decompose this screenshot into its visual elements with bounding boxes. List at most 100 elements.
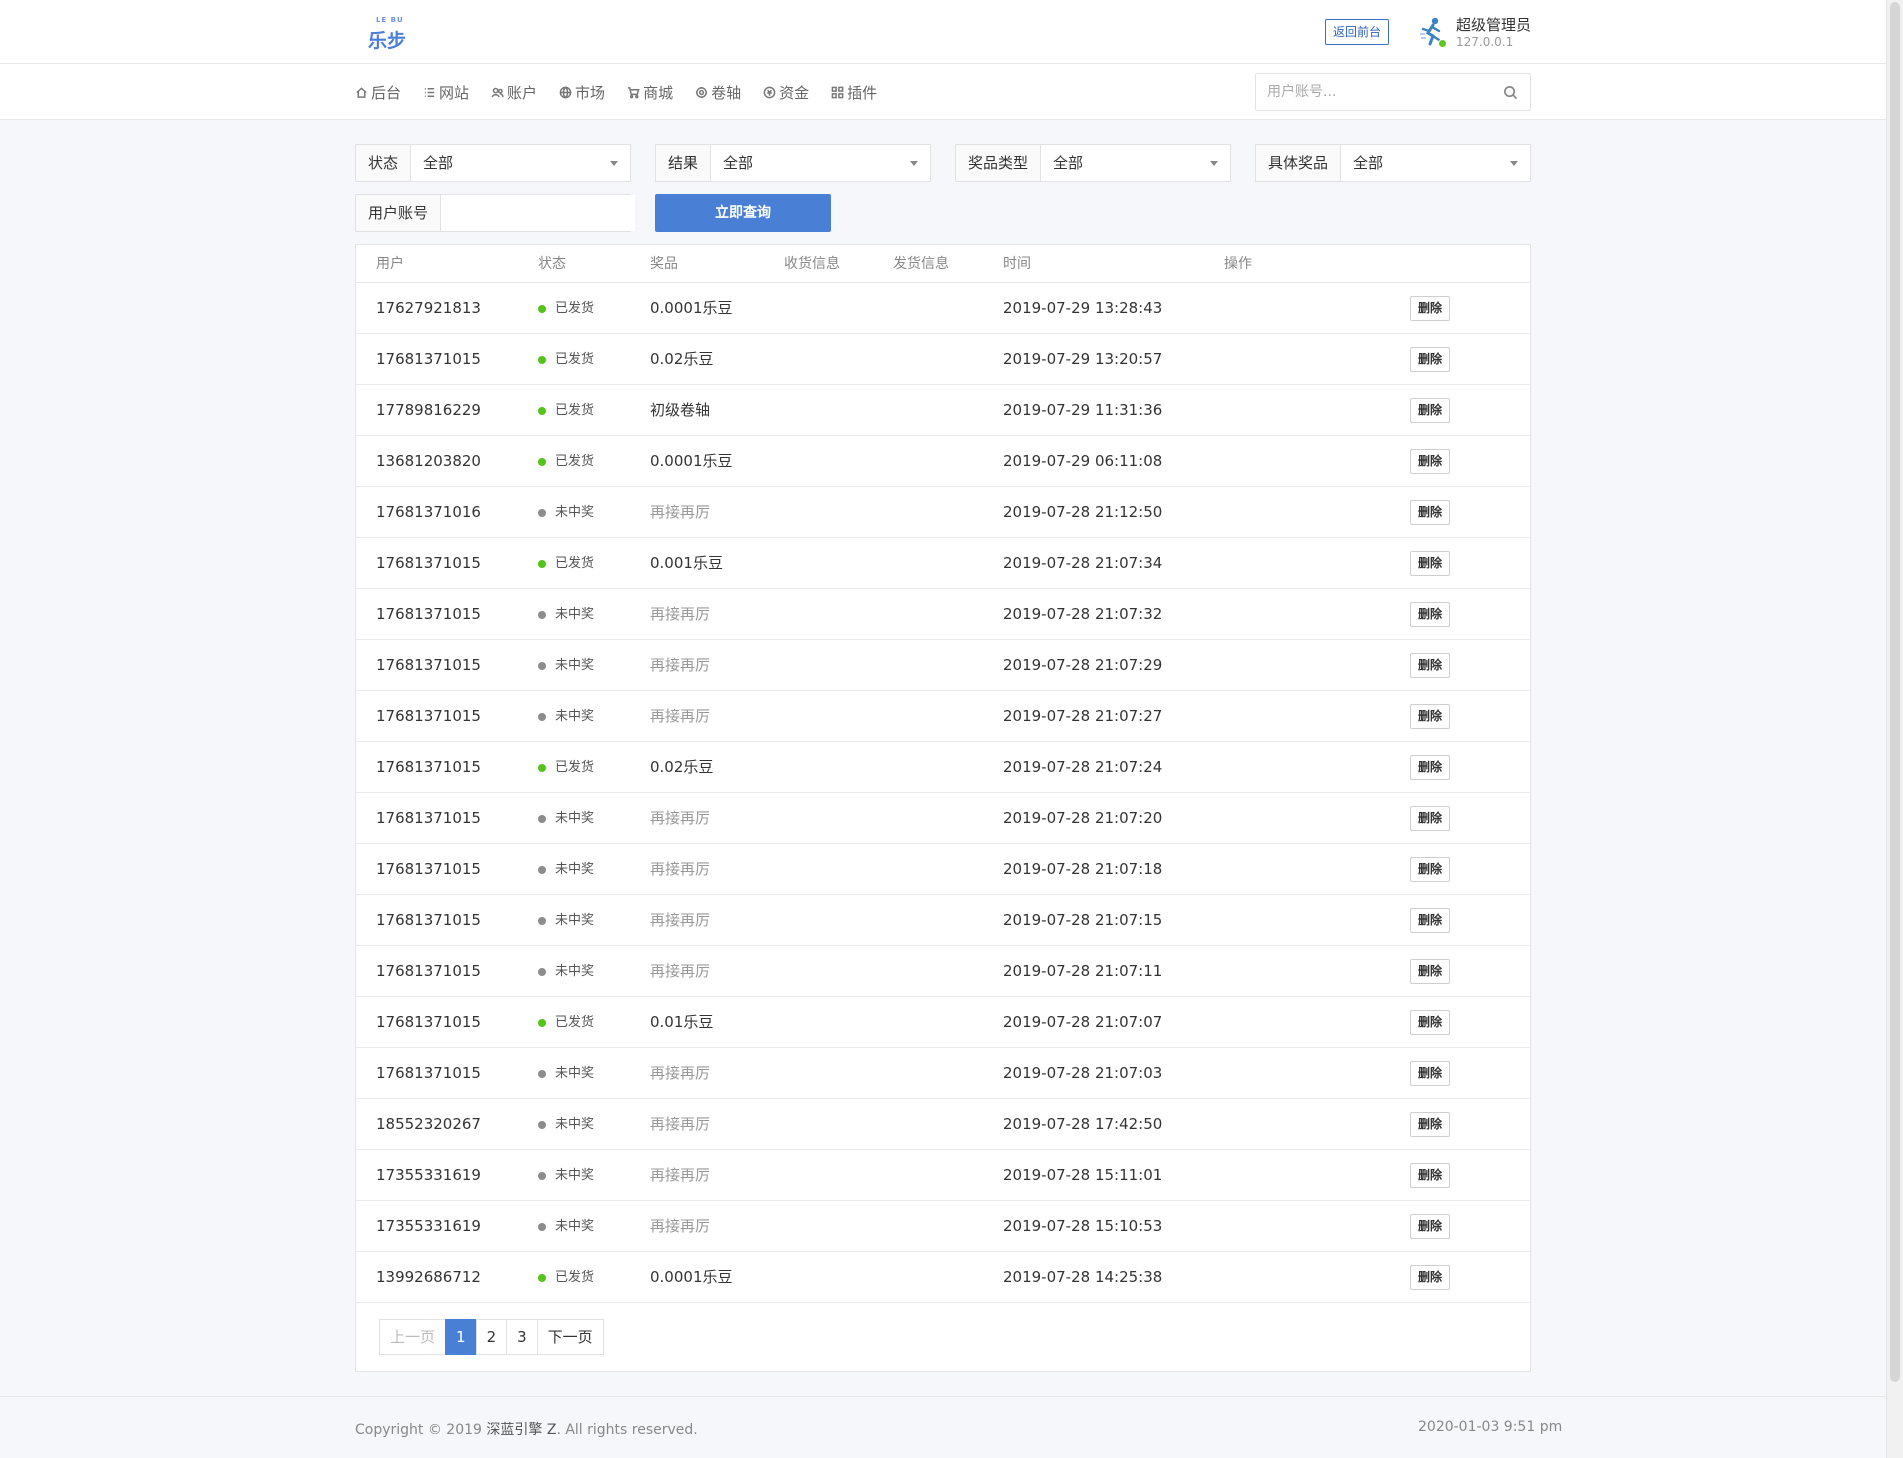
cell-status: 已发货 xyxy=(538,997,594,1048)
cell-user: 17355331619 xyxy=(376,1166,481,1184)
status-dot xyxy=(538,967,546,976)
delete-button[interactable]: 删除 xyxy=(1410,1061,1451,1086)
cell-user: 17355331619 xyxy=(376,1217,481,1235)
next-page-button[interactable]: 下一页 xyxy=(536,1319,604,1355)
avatar[interactable] xyxy=(1419,16,1447,48)
status-text: 已发货 xyxy=(555,301,595,316)
status-dot xyxy=(538,508,546,517)
cell-time: 2019-07-29 13:28:43 xyxy=(1003,299,1163,317)
nav-item-globe[interactable]: 市场 xyxy=(559,82,605,103)
table-row: 17627921813 已发货 0.0001乐豆 2019-07-29 13:28:4… xyxy=(356,283,1530,334)
delete-button[interactable]: 删除 xyxy=(1410,1112,1451,1137)
cell-time: 2019-07-28 21:07:07 xyxy=(1003,1013,1163,1031)
cart-icon xyxy=(627,86,640,98)
nav-item-label: 商城 xyxy=(643,83,674,102)
cell-user: 17681371016 xyxy=(376,503,481,521)
cell-status: 未中奖 xyxy=(538,1099,594,1150)
search-box xyxy=(1255,73,1531,111)
nav-item-label: 卷轴 xyxy=(711,83,742,102)
footer: Copyright © 2019 深蓝引擎 Z. All rights rese… xyxy=(0,1396,1886,1458)
delete-button[interactable]: 删除 xyxy=(1410,500,1451,525)
nav-item-cart[interactable]: 商城 xyxy=(627,82,673,103)
cell-user: 17681371015 xyxy=(376,1013,481,1031)
delete-button[interactable]: 删除 xyxy=(1410,1010,1451,1035)
status-dot xyxy=(538,1273,546,1282)
scrollbar-thumb[interactable] xyxy=(1890,2,1900,1382)
company-name: 深蓝引擎 Z xyxy=(486,1422,557,1438)
status-text: 未中奖 xyxy=(555,862,595,877)
nav-item-grid[interactable]: 插件 xyxy=(831,82,877,103)
cell-user: 17681371015 xyxy=(376,707,481,725)
page-scrollbar[interactable] xyxy=(1886,0,1903,1458)
delete-button[interactable]: 删除 xyxy=(1410,1214,1451,1239)
delete-button[interactable]: 删除 xyxy=(1410,857,1451,882)
status-dot xyxy=(538,1069,546,1078)
logo[interactable]: LE BU 乐步 xyxy=(368,16,408,52)
cell-time: 2019-07-28 21:07:32 xyxy=(1003,605,1163,623)
search-input[interactable] xyxy=(1256,74,1486,110)
status-select[interactable]: 全部 xyxy=(411,145,630,181)
delete-button[interactable]: 删除 xyxy=(1410,347,1451,372)
status-text: 未中奖 xyxy=(555,1066,595,1081)
delete-button[interactable]: 删除 xyxy=(1410,296,1451,321)
delete-button[interactable]: 删除 xyxy=(1410,602,1451,627)
delete-button[interactable]: 删除 xyxy=(1410,704,1451,729)
nav-item-home[interactable]: 后台 xyxy=(355,82,401,103)
prize-type-filter-label: 奖品类型 xyxy=(956,145,1042,181)
cell-prize: 0.01乐豆 xyxy=(650,1013,714,1031)
account-input[interactable] xyxy=(441,195,636,231)
status-dot xyxy=(538,1222,546,1231)
delete-button[interactable]: 删除 xyxy=(1410,908,1451,933)
nav-item-coin[interactable]: 资金 xyxy=(763,82,809,103)
status-dot xyxy=(538,610,546,619)
user-name[interactable]: 超级管理员 xyxy=(1456,14,1531,35)
caret-down-icon xyxy=(1510,161,1518,166)
cell-prize: 再接再厉 xyxy=(650,1064,711,1082)
prize-select[interactable]: 全部 xyxy=(1341,145,1530,181)
status-text: 未中奖 xyxy=(555,811,595,826)
page-button-2[interactable]: 2 xyxy=(475,1319,508,1355)
cell-status: 未中奖 xyxy=(538,487,594,538)
search-icon[interactable] xyxy=(1503,85,1518,100)
cell-status: 已发货 xyxy=(538,1252,594,1303)
status-text: 未中奖 xyxy=(555,658,595,673)
nav-item-label: 网站 xyxy=(439,83,470,102)
prize-filter: 具体奖品 全部 xyxy=(1255,144,1531,182)
cell-time: 2019-07-28 21:07:03 xyxy=(1003,1064,1163,1082)
delete-button[interactable]: 删除 xyxy=(1410,1265,1451,1290)
delete-button[interactable]: 删除 xyxy=(1410,959,1451,984)
cell-status: 未中奖 xyxy=(538,1201,594,1252)
nav-item-list[interactable]: 网站 xyxy=(423,82,469,103)
cell-prize: 再接再厉 xyxy=(650,707,711,725)
account-filter-label: 用户账号 xyxy=(356,195,442,231)
page-button-3[interactable]: 3 xyxy=(506,1319,538,1355)
page-button-1[interactable]: 1 xyxy=(445,1319,477,1355)
cell-time: 2019-07-29 11:31:36 xyxy=(1003,401,1163,419)
delete-button[interactable]: 删除 xyxy=(1410,806,1451,831)
prize-type-filter: 奖品类型 全部 xyxy=(955,144,1231,182)
delete-button[interactable]: 删除 xyxy=(1410,398,1451,423)
delete-button[interactable]: 删除 xyxy=(1410,755,1451,780)
cell-status: 未中奖 xyxy=(538,1150,594,1201)
table-row: 17681371015 未中奖 再接再厉 2019-07-28 21:07:15 删除 xyxy=(356,895,1530,946)
prize-select-value: 全部 xyxy=(1353,154,1384,172)
cell-user: 17681371015 xyxy=(376,962,481,980)
prev-page-button[interactable]: 上一页 xyxy=(379,1319,447,1355)
query-button[interactable]: 立即查询 xyxy=(655,194,831,232)
cell-prize: 0.0001乐豆 xyxy=(650,299,733,317)
cell-status: 已发货 xyxy=(538,436,594,487)
prize-type-select[interactable]: 全部 xyxy=(1041,145,1230,181)
result-select[interactable]: 全部 xyxy=(711,145,930,181)
delete-button[interactable]: 删除 xyxy=(1410,1163,1451,1188)
nav-item-users[interactable]: 账户 xyxy=(491,82,537,103)
delete-button[interactable]: 删除 xyxy=(1410,551,1451,576)
back-to-front-button[interactable]: 返回前台 xyxy=(1325,19,1390,45)
cell-status: 已发货 xyxy=(538,742,594,793)
cell-time: 2019-07-28 21:07:24 xyxy=(1003,758,1163,776)
table-row: 13992686712 已发货 0.0001乐豆 2019-07-28 14:25:3… xyxy=(356,1252,1530,1303)
nav-item-gear[interactable]: 卷轴 xyxy=(695,82,741,103)
copyright-suffix: . All rights reserved. xyxy=(556,1422,698,1438)
delete-button[interactable]: 删除 xyxy=(1410,449,1451,474)
delete-button[interactable]: 删除 xyxy=(1410,653,1451,678)
copyright-prefix: Copyright © 2019 xyxy=(355,1422,487,1438)
